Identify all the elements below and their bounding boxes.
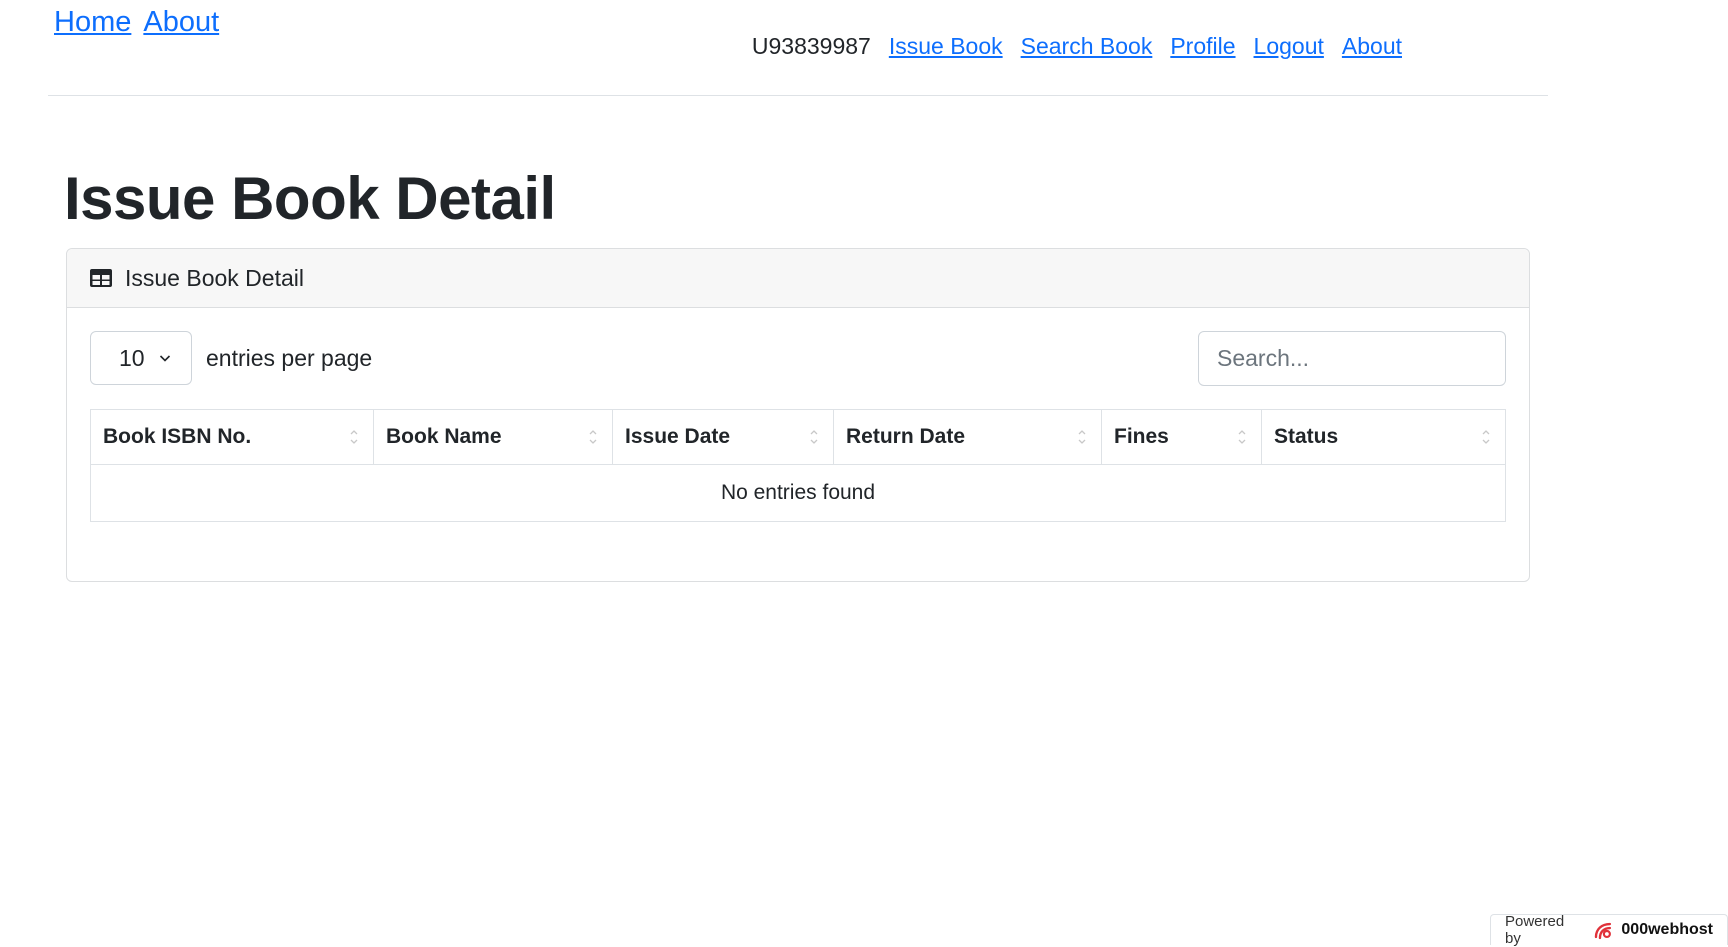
sort-icon (1078, 430, 1086, 444)
column-header-issue-date[interactable]: Issue Date (612, 409, 834, 465)
entries-per-page-select[interactable]: 10 (90, 331, 192, 385)
home-link[interactable]: Home (54, 6, 131, 39)
empty-table-message: No entries found (90, 464, 1506, 522)
entries-control: 10 entries per page (90, 331, 372, 385)
column-header-status[interactable]: Status (1261, 409, 1506, 465)
column-header-isbn[interactable]: Book ISBN No. (90, 409, 374, 465)
table-row: No entries found (90, 464, 1506, 522)
issue-book-link[interactable]: Issue Book (889, 33, 1003, 60)
issue-book-card: Issue Book Detail 10 entries per page Bo… (66, 248, 1530, 582)
entries-label: entries per page (206, 344, 373, 371)
issue-book-table: Book ISBN No. Book Name Issue Date Retur… (90, 409, 1506, 522)
card-header-title: Issue Book Detail (125, 264, 304, 291)
sort-icon (1238, 430, 1246, 444)
column-header-fines[interactable]: Fines (1101, 409, 1262, 465)
about-link[interactable]: About (143, 6, 219, 39)
powered-by-label: Powered by (1505, 913, 1565, 947)
top-nav-left: Home About (54, 6, 219, 39)
table-icon (90, 269, 112, 287)
logout-link[interactable]: Logout (1254, 33, 1324, 60)
card-header: Issue Book Detail (67, 249, 1529, 308)
chevron-down-icon (159, 355, 170, 362)
sort-icon (810, 430, 818, 444)
nav-divider (48, 95, 1548, 96)
webhost-brand-text: 000webhost (1621, 921, 1713, 938)
top-nav-right: U93839987 Issue Book Search Book Profile… (752, 33, 1402, 60)
sort-icon (350, 430, 358, 444)
profile-link[interactable]: Profile (1170, 33, 1235, 60)
sort-icon (589, 430, 597, 444)
page-title: Issue Book Detail (64, 165, 556, 232)
search-book-link[interactable]: Search Book (1021, 33, 1153, 60)
sort-icon (1482, 430, 1490, 444)
webhost-logo-icon (1594, 922, 1611, 940)
column-header-return-date[interactable]: Return Date (833, 409, 1102, 465)
user-id-label: U93839987 (751, 33, 871, 59)
about-right-link[interactable]: About (1342, 33, 1402, 60)
column-header-book-name[interactable]: Book Name (373, 409, 613, 465)
table-header-row: Book ISBN No. Book Name Issue Date Retur… (90, 409, 1506, 465)
powered-by-badge[interactable]: Powered by 000webhost (1490, 913, 1728, 947)
search-input[interactable] (1198, 331, 1506, 386)
entries-select-value: 10 (119, 344, 145, 371)
